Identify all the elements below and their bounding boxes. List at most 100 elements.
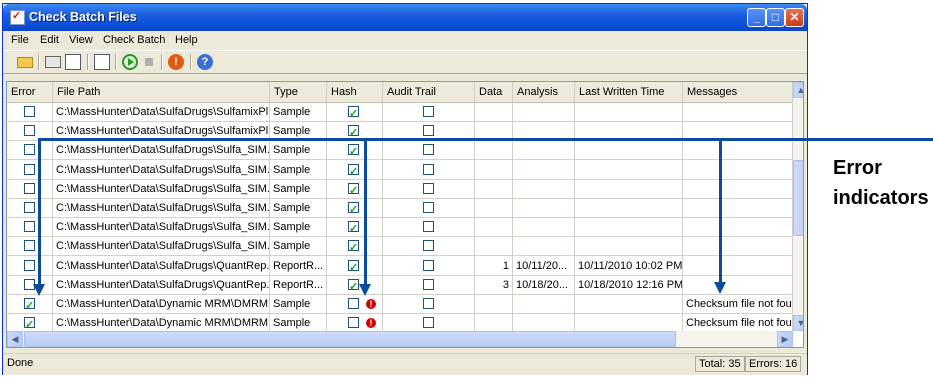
audit-trail-checkbox[interactable]: [423, 125, 434, 137]
audit-trail-checkbox[interactable]: [423, 317, 434, 329]
table-row[interactable]: C:\MassHunter\Data\SulfaDrugs\Sulfa_SIM.…: [7, 178, 793, 199]
error-checkbox[interactable]: [24, 182, 35, 194]
hash-checkbox[interactable]: [348, 298, 359, 309]
table-row[interactable]: C:\MassHunter\Data\SulfaDrugs\QuantRep..…: [7, 274, 793, 295]
table-row[interactable]: C:\MassHunter\Data\SulfaDrugs\Sulfa_SIM.…: [7, 159, 793, 180]
hash-checkbox[interactable]: [348, 162, 359, 179]
table-row[interactable]: C:\MassHunter\Data\SulfaDrugs\QuantRep..…: [7, 255, 793, 276]
table-row[interactable]: C:\MassHunter\Data\SulfaDrugs\Sulfa_SIM.…: [7, 140, 793, 161]
audit-trail-cell: [383, 294, 475, 314]
error-checkbox[interactable]: [24, 315, 35, 332]
hash-cell: !: [327, 294, 383, 314]
minimize-button[interactable]: _: [747, 8, 766, 27]
hash-checkbox[interactable]: [348, 258, 359, 275]
analysis-cell: 10/18/20...: [513, 274, 575, 295]
hash-checkbox[interactable]: [348, 200, 359, 217]
error-checkbox[interactable]: [24, 144, 35, 156]
copy-icon[interactable]: [94, 54, 110, 70]
audit-trail-checkbox[interactable]: [423, 144, 434, 156]
horizontal-scrollbar[interactable]: ◀ ▶: [7, 331, 793, 347]
print-icon[interactable]: [45, 56, 61, 68]
menu-help[interactable]: Help: [175, 34, 198, 46]
type-cell: Sample: [270, 294, 327, 314]
menu-file[interactable]: File: [11, 34, 29, 46]
error-checkbox[interactable]: [24, 259, 35, 271]
column-header-analysis[interactable]: Analysis: [513, 82, 575, 102]
vertical-scroll-thumb[interactable]: [793, 160, 803, 236]
hash-cell: [327, 255, 383, 276]
data-cell: [475, 140, 513, 161]
column-header-last-written-time[interactable]: Last Written Time: [575, 82, 683, 102]
error-checkbox[interactable]: [24, 163, 35, 175]
column-header-file-path[interactable]: File Path: [53, 82, 270, 102]
error-cell: [7, 198, 53, 218]
error-checkbox[interactable]: [24, 240, 35, 252]
scroll-down-button[interactable]: ▼: [793, 315, 803, 331]
column-header-type[interactable]: Type: [270, 82, 327, 102]
messages-cell: [683, 236, 793, 257]
audit-trail-checkbox[interactable]: [423, 298, 434, 309]
hash-checkbox[interactable]: [348, 238, 359, 255]
table-row[interactable]: C:\MassHunter\Data\Dynamic MRM\DMRM...Sa…: [7, 294, 793, 314]
file-path-cell: C:\MassHunter\Data\Dynamic MRM\DMRM...: [53, 294, 270, 314]
menu-view[interactable]: View: [69, 34, 93, 46]
audit-trail-checkbox[interactable]: [423, 240, 434, 252]
table-row[interactable]: C:\MassHunter\Data\SulfaDrugs\Sulfa_SIM.…: [7, 198, 793, 218]
audit-trail-checkbox[interactable]: [423, 182, 434, 194]
audit-trail-cell: [383, 140, 475, 161]
error-checkbox[interactable]: [24, 202, 35, 213]
error-icon[interactable]: !: [168, 54, 184, 70]
run-icon[interactable]: [122, 54, 138, 70]
column-header-audit-trail[interactable]: Audit Trail: [383, 82, 475, 102]
column-header-data[interactable]: Data: [475, 82, 513, 102]
status-errors: Errors: 16: [745, 356, 802, 372]
hash-checkbox[interactable]: [348, 219, 359, 236]
analysis-cell: [513, 159, 575, 180]
grid-header: Error File Path Type Hash Audit Trail Da…: [7, 82, 803, 103]
column-header-error[interactable]: Error: [7, 82, 53, 102]
help-icon[interactable]: ?: [197, 54, 213, 70]
vertical-scrollbar[interactable]: ▲ ▼: [793, 82, 803, 331]
audit-trail-checkbox[interactable]: [423, 163, 434, 175]
hash-checkbox[interactable]: [348, 181, 359, 198]
hash-checkbox[interactable]: [348, 317, 359, 329]
error-checkbox[interactable]: [24, 221, 35, 233]
stop-icon[interactable]: [145, 58, 153, 66]
open-folder-icon[interactable]: [17, 57, 33, 68]
audit-trail-checkbox[interactable]: [423, 259, 434, 271]
close-button[interactable]: ✕: [785, 8, 804, 27]
table-row[interactable]: C:\MassHunter\Data\SulfaDrugs\Sulfa_SIM.…: [7, 236, 793, 257]
horizontal-scroll-thumb[interactable]: [24, 331, 676, 347]
table-row[interactable]: C:\MassHunter\Data\SulfaDrugs\Sulfa_SIM.…: [7, 217, 793, 238]
audit-trail-checkbox[interactable]: [423, 278, 434, 290]
column-header-messages[interactable]: Messages: [683, 82, 793, 102]
error-cell: [7, 159, 53, 180]
error-icon: !: [366, 299, 376, 309]
menu-edit[interactable]: Edit: [40, 34, 59, 46]
table-row[interactable]: C:\MassHunter\Data\SulfaDrugs\SulfamixPl…: [7, 102, 793, 122]
hash-checkbox[interactable]: [348, 277, 359, 294]
hash-cell: [327, 102, 383, 122]
hash-checkbox[interactable]: [348, 104, 359, 121]
toolbar-separator: [115, 54, 117, 70]
scroll-right-button[interactable]: ▶: [777, 331, 793, 347]
hash-checkbox[interactable]: [348, 123, 359, 140]
audit-trail-checkbox[interactable]: [423, 106, 434, 117]
column-header-hash[interactable]: Hash: [327, 82, 383, 102]
audit-trail-checkbox[interactable]: [423, 221, 434, 233]
error-checkbox[interactable]: [24, 296, 35, 313]
hash-checkbox[interactable]: [348, 142, 359, 159]
messages-cell: [683, 217, 793, 238]
scroll-up-button[interactable]: ▲: [793, 82, 803, 98]
scroll-left-button[interactable]: ◀: [7, 331, 23, 347]
error-checkbox[interactable]: [24, 106, 35, 117]
type-cell: Sample: [270, 178, 327, 199]
print-preview-icon[interactable]: [65, 54, 81, 70]
audit-trail-checkbox[interactable]: [423, 202, 434, 213]
type-cell: Sample: [270, 236, 327, 257]
error-cell: [7, 236, 53, 257]
menu-check-batch[interactable]: Check Batch: [103, 34, 165, 46]
maximize-button[interactable]: □: [766, 8, 785, 27]
title-bar[interactable]: Check Batch Files _ □ ✕: [3, 4, 807, 31]
error-checkbox[interactable]: [24, 125, 35, 137]
